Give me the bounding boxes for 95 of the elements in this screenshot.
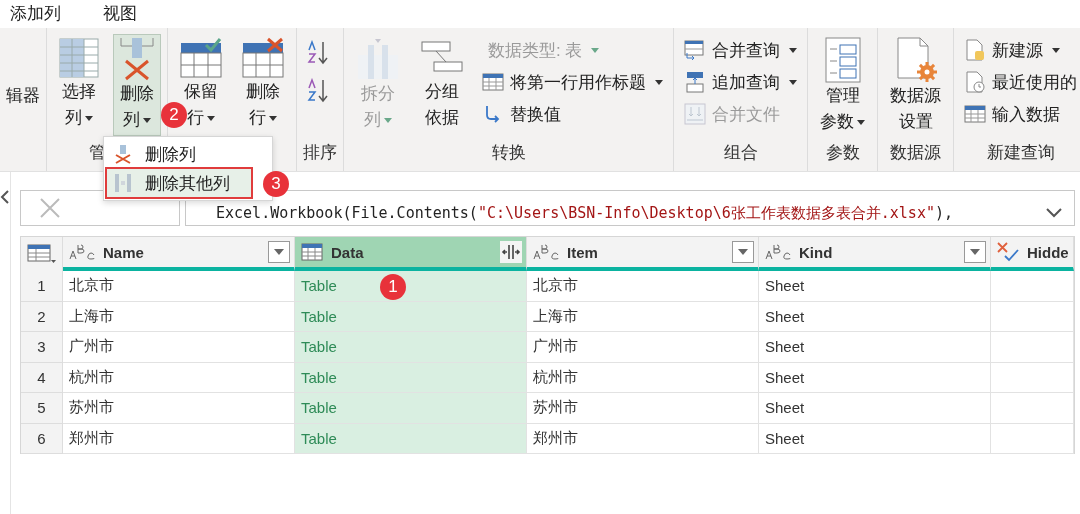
table-cell: 上海市 bbox=[527, 301, 759, 332]
ribbon-button[interactable]: 输入数据 bbox=[960, 100, 1080, 128]
formula-text: Excel.Workbook(File.Contents("C:\Users\BSN-Info\Desktop\6张工作表数据多表合并.xlsx"), bbox=[216, 203, 953, 223]
row-number: 6 bbox=[21, 423, 63, 454]
table-cell: 广州市 bbox=[527, 332, 759, 363]
table-menu-icon[interactable] bbox=[27, 244, 57, 264]
table-cell[interactable]: Table bbox=[295, 332, 527, 363]
new-source-icon bbox=[964, 39, 986, 61]
menu-tab[interactable]: 视图 bbox=[103, 1, 137, 27]
table-cell: Sheet bbox=[759, 362, 991, 393]
text-type-icon bbox=[69, 243, 95, 261]
append-queries-icon bbox=[684, 71, 706, 93]
filter-dropdown[interactable] bbox=[964, 241, 986, 263]
table-cell: 北京市 bbox=[527, 271, 759, 302]
table-icon bbox=[964, 103, 986, 125]
ribbon-button[interactable]: 数据源 设置 bbox=[884, 34, 947, 136]
table-cell: Sheet bbox=[759, 271, 991, 302]
menu-item[interactable]: 删除列 bbox=[107, 140, 269, 168]
keep-rows-icon bbox=[180, 37, 222, 79]
table-cell[interactable]: Table bbox=[295, 393, 527, 424]
ribbon-button[interactable]: 管理 参数 bbox=[814, 34, 871, 136]
menu-item[interactable]: 删除其他列 bbox=[107, 169, 251, 197]
check-cross-icon bbox=[997, 242, 1019, 262]
ribbon-button[interactable]: 追加查询 bbox=[680, 68, 801, 96]
ribbon-button[interactable]: 辑器 bbox=[0, 34, 46, 136]
text-type-icon bbox=[533, 243, 559, 261]
table-cell: 苏州市 bbox=[527, 393, 759, 424]
row-number: 3 bbox=[21, 332, 63, 363]
parameters-icon bbox=[824, 37, 861, 83]
caret-icon bbox=[738, 249, 748, 255]
menu-tab[interactable]: 添加列 bbox=[10, 1, 61, 27]
ribbon-button[interactable]: 选择 列 bbox=[53, 34, 105, 136]
table-cell: 郑州市 bbox=[527, 423, 759, 454]
row-number: 1 bbox=[21, 271, 63, 302]
group-label: 参数 bbox=[825, 142, 860, 164]
caret-icon bbox=[274, 249, 284, 255]
table-cell: 苏州市 bbox=[63, 393, 295, 424]
table-cell: Sheet bbox=[759, 393, 991, 424]
table-cell[interactable]: Table bbox=[295, 362, 527, 393]
step-badge: 3 bbox=[263, 171, 289, 197]
chevron-down-icon[interactable] bbox=[1045, 208, 1062, 218]
row-number: 2 bbox=[21, 301, 63, 332]
table-cell: Sheet bbox=[759, 301, 991, 332]
expand-icon[interactable] bbox=[500, 241, 522, 263]
sort-descending-icon bbox=[307, 78, 329, 104]
table-cell: 杭州市 bbox=[527, 362, 759, 393]
group-label: 组合 bbox=[723, 142, 758, 164]
text-type-icon bbox=[765, 243, 791, 261]
table-cell[interactable]: Table bbox=[295, 423, 527, 454]
recent-sources-icon bbox=[964, 71, 986, 93]
column-header[interactable]: Item bbox=[527, 237, 759, 271]
column-header[interactable]: Name bbox=[63, 237, 295, 271]
ribbon-button[interactable]: 替换值 bbox=[478, 100, 667, 128]
combine-files-icon bbox=[684, 103, 706, 125]
group-label: 新建查询 bbox=[986, 142, 1055, 164]
columns-icon bbox=[113, 173, 133, 193]
group-label: 转换 bbox=[491, 142, 526, 164]
delete-column-icon bbox=[119, 37, 155, 81]
filter-dropdown[interactable] bbox=[268, 241, 290, 263]
table-cell: Sheet bbox=[759, 423, 991, 454]
group-label: 管 bbox=[89, 142, 106, 164]
row-number: 5 bbox=[21, 393, 63, 424]
table-cell[interactable]: Table 1 bbox=[295, 271, 527, 302]
ribbon-button[interactable]: 最近使用的 bbox=[960, 68, 1080, 96]
column-header[interactable]: Kind bbox=[759, 237, 991, 271]
ribbon-button[interactable]: 删除 行 bbox=[236, 34, 290, 136]
caret-icon bbox=[970, 249, 980, 255]
filter-dropdown[interactable] bbox=[732, 241, 754, 263]
table-cell: Sheet bbox=[759, 332, 991, 363]
table-icon bbox=[482, 71, 504, 93]
column-header[interactable]: Data bbox=[295, 237, 527, 271]
group-label: 排序 bbox=[303, 142, 337, 164]
merge-queries-icon bbox=[684, 39, 706, 61]
row-number: 4 bbox=[21, 362, 63, 393]
table-cell: 上海市 bbox=[63, 301, 295, 332]
collapse-icon[interactable] bbox=[0, 190, 10, 204]
table-cell: 杭州市 bbox=[63, 362, 295, 393]
table-cell: 北京市 bbox=[63, 271, 295, 302]
table-icon bbox=[59, 38, 99, 78]
ribbon-button[interactable]: 删除 列 bbox=[113, 34, 161, 136]
step-badge: 2 bbox=[161, 102, 187, 128]
ribbon-button[interactable]: 分组 依据 bbox=[414, 34, 470, 136]
ribbon-button[interactable]: 新建源 bbox=[960, 36, 1080, 64]
ribbon-button[interactable]: 将第一行用作标题 bbox=[478, 68, 667, 96]
step-badge: 1 bbox=[380, 274, 406, 300]
ribbon-button[interactable]: 合并查询 bbox=[680, 36, 801, 64]
table-cell[interactable]: Table bbox=[295, 301, 527, 332]
delete-column-icon bbox=[113, 144, 133, 164]
table-cell: 广州市 bbox=[63, 332, 295, 363]
table-cell: 郑州市 bbox=[63, 423, 295, 454]
column-header[interactable]: Hidde bbox=[991, 237, 1074, 271]
delete-rows-icon bbox=[242, 37, 284, 79]
table-type-icon bbox=[301, 243, 323, 261]
group-label: 数据源 bbox=[890, 142, 941, 164]
sort-ascending-icon bbox=[307, 40, 329, 66]
